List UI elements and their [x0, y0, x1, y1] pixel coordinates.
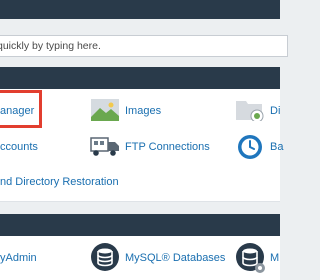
- backup-link[interactable]: Ba: [270, 141, 283, 153]
- databases-section-header[interactable]: [0, 214, 280, 236]
- mysql-database-wizard-link[interactable]: M: [270, 252, 279, 264]
- images-icon[interactable]: [91, 99, 119, 121]
- search-box[interactable]: [0, 35, 288, 57]
- top-header-bar: [0, 0, 280, 19]
- directory-privacy-icon[interactable]: [235, 97, 265, 121]
- mysql-database-wizard-icon[interactable]: [236, 242, 266, 274]
- mysql-databases-icon[interactable]: [90, 242, 120, 272]
- images-link[interactable]: Images: [125, 105, 161, 117]
- search-input[interactable]: [0, 36, 287, 56]
- file-directory-restoration-link[interactable]: nd Directory Restoration: [0, 176, 119, 188]
- backup-icon[interactable]: [236, 133, 264, 161]
- ftp-accounts-link[interactable]: ccounts: [0, 141, 38, 153]
- phpmyadmin-link[interactable]: yAdmin: [0, 252, 37, 264]
- file-manager-highlight: [0, 90, 42, 128]
- mysql-databases-link[interactable]: MySQL® Databases: [125, 252, 225, 264]
- ftp-connections-icon[interactable]: [90, 135, 120, 157]
- files-section-header[interactable]: [0, 67, 280, 89]
- ftp-connections-link[interactable]: FTP Connections: [125, 141, 210, 153]
- directory-privacy-link[interactable]: Di: [270, 105, 280, 117]
